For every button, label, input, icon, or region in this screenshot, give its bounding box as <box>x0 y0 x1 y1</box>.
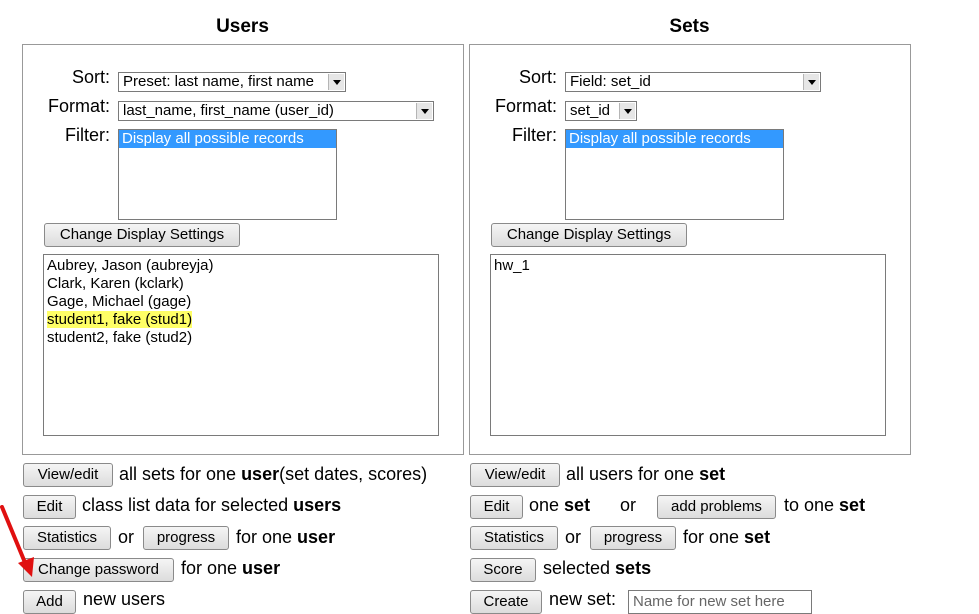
set-statistics-button[interactable]: Statistics <box>470 526 558 550</box>
chevron-down-icon <box>619 103 635 119</box>
users-filter-option[interactable]: Display all possible records <box>119 130 336 148</box>
users-format-label: Format: <box>47 96 110 116</box>
set-progress-button[interactable]: progress <box>590 526 676 550</box>
add-problems-text: to one set <box>784 495 866 515</box>
sets-format-select[interactable]: set_id <box>565 101 637 121</box>
create-set-button[interactable]: Create <box>470 590 542 614</box>
users-sort-value: Preset: last name, first name <box>123 73 314 90</box>
set-viewedit-text: all users for one set <box>566 464 726 484</box>
add-problems-button[interactable]: add problems <box>657 495 776 519</box>
change-password-text: for one user <box>181 558 281 578</box>
set-list-item[interactable]: hw_1 <box>491 257 885 275</box>
sets-sort-select[interactable]: Field: set_id <box>565 72 821 92</box>
user-list-item[interactable]: Aubrey, Jason (aubreyja) <box>44 257 438 275</box>
set-edit-button[interactable]: Edit <box>470 495 523 519</box>
sets-title: Sets <box>669 16 710 37</box>
sets-sort-label: Sort: <box>518 67 557 87</box>
set-progress-text: for one set <box>683 527 771 547</box>
user-add-text: new users <box>83 589 166 609</box>
set-edit-or-text: or <box>620 495 637 515</box>
users-format-select[interactable]: last_name, first_name (user_id) <box>118 101 434 121</box>
create-set-text: new set: <box>549 589 617 609</box>
sets-filter-label: Filter: <box>512 125 557 145</box>
user-edit-text: class list data for selected users <box>82 495 342 515</box>
user-progress-button[interactable]: progress <box>143 526 229 550</box>
user-list-item[interactable]: Clark, Karen (kclark) <box>44 275 438 293</box>
users-sort-label: Sort: <box>71 67 110 87</box>
score-text: selected sets <box>543 558 652 578</box>
user-list-item[interactable]: Gage, Michael (gage) <box>44 293 438 311</box>
score-button[interactable]: Score <box>470 558 536 582</box>
user-add-button[interactable]: Add <box>23 590 76 614</box>
chevron-down-icon <box>328 74 344 90</box>
users-format-value: last_name, first_name (user_id) <box>123 102 334 119</box>
sets-listbox[interactable]: hw_1 <box>490 254 886 436</box>
users-listbox[interactable]: Aubrey, Jason (aubreyja) Clark, Karen (k… <box>43 254 439 436</box>
sets-filter-listbox[interactable]: Display all possible records <box>565 129 784 220</box>
set-or-text: or <box>565 527 582 547</box>
user-list-item[interactable]: student2, fake (stud2) <box>44 329 438 347</box>
user-list-item-highlighted[interactable]: student1, fake (stud1) <box>47 311 193 328</box>
user-viewedit-button[interactable]: View/edit <box>23 463 113 487</box>
users-filter-listbox[interactable]: Display all possible records <box>118 129 337 220</box>
sets-sort-value: Field: set_id <box>570 73 651 90</box>
sets-format-value: set_id <box>570 102 611 119</box>
sets-format-label: Format: <box>494 96 557 116</box>
users-sort-select[interactable]: Preset: last name, first name <box>118 72 346 92</box>
sets-change-display-button[interactable]: Change Display Settings <box>491 223 687 247</box>
sets-filter-option[interactable]: Display all possible records <box>566 130 783 148</box>
new-set-name-input[interactable]: Name for new set here <box>628 590 812 614</box>
chevron-down-icon <box>803 74 819 90</box>
chevron-down-icon <box>416 103 432 119</box>
red-arrow-icon <box>0 505 34 577</box>
users-title: Users <box>216 16 269 37</box>
user-progress-text: for one user <box>236 527 336 547</box>
user-or-text: or <box>118 527 135 547</box>
set-viewedit-button[interactable]: View/edit <box>470 463 560 487</box>
change-password-button[interactable]: Change password <box>23 558 174 582</box>
set-edit-text: one set <box>529 495 591 515</box>
users-change-display-button[interactable]: Change Display Settings <box>44 223 240 247</box>
users-filter-label: Filter: <box>65 125 110 145</box>
user-viewedit-text: all sets for one user(set dates, scores) <box>119 464 428 484</box>
